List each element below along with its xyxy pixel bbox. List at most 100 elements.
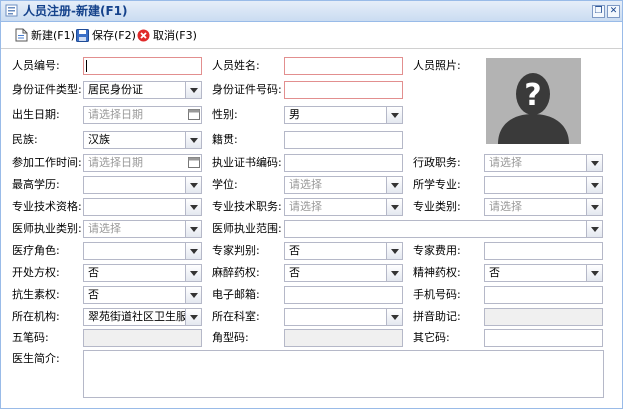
- id-no-label: 身份证件号码:: [212, 83, 282, 96]
- chevron-down-icon[interactable]: [185, 199, 201, 215]
- save-button[interactable]: 保存(F2): [76, 26, 136, 44]
- degree-label: 学位:: [212, 178, 238, 191]
- chevron-down-icon[interactable]: [586, 177, 602, 193]
- tech-title-label: 专业技术职务:: [212, 200, 282, 213]
- practice-scope-select[interactable]: [284, 220, 603, 238]
- expert-fee-input[interactable]: [484, 242, 603, 260]
- dept-label: 所在科室:: [212, 310, 260, 323]
- degree-placeholder: 请选择: [289, 178, 322, 191]
- prescribe-right-label: 开处方权:: [12, 266, 60, 279]
- chevron-down-icon[interactable]: [386, 177, 402, 193]
- psych-right-select[interactable]: 否: [484, 264, 603, 282]
- medical-role-label: 医疗角色:: [12, 244, 60, 257]
- ethnicity-label: 民族:: [12, 133, 38, 146]
- chevron-down-icon[interactable]: [185, 309, 201, 325]
- new-button-label: 新建(F1): [31, 29, 75, 42]
- chevron-down-icon[interactable]: [185, 82, 201, 98]
- practice-category-select[interactable]: 请选择: [83, 220, 202, 238]
- ethnicity-select[interactable]: 汉族: [83, 131, 202, 149]
- antibiotic-right-label: 抗生素权:: [12, 288, 60, 301]
- chevron-down-icon[interactable]: [386, 199, 402, 215]
- chevron-down-icon[interactable]: [386, 265, 402, 281]
- birth-date-picker[interactable]: 请选择日期: [83, 106, 202, 124]
- antibiotic-right-value: 否: [88, 288, 99, 301]
- chevron-down-icon[interactable]: [386, 107, 402, 123]
- narcotic-right-label: 麻醉药权:: [212, 266, 260, 279]
- major-select[interactable]: [484, 176, 603, 194]
- wubi-label: 五笔码:: [12, 331, 49, 344]
- person-register-window: 人员注册-新建(F1) ❐ ✕ 新建(F1) 保存(F2) 取消(F3) 人员编…: [0, 0, 623, 409]
- person-photo-label: 人员照片:: [413, 59, 461, 72]
- pro-category-placeholder: 请选择: [489, 200, 522, 213]
- birth-date-placeholder: 请选择日期: [88, 108, 143, 121]
- id-type-select[interactable]: 居民身份证: [83, 81, 202, 99]
- org-select[interactable]: 翠苑街道社区卫生服务: [83, 308, 202, 326]
- native-place-input[interactable]: [284, 131, 403, 149]
- person-photo[interactable]: ?: [486, 58, 581, 144]
- chevron-down-icon[interactable]: [185, 132, 201, 148]
- person-name-label: 人员姓名:: [212, 59, 260, 72]
- ethnicity-value: 汉族: [88, 133, 110, 146]
- antibiotic-right-select[interactable]: 否: [83, 286, 202, 304]
- person-no-input[interactable]: [83, 57, 202, 75]
- chevron-down-icon[interactable]: [185, 287, 201, 303]
- chevron-down-icon[interactable]: [185, 243, 201, 259]
- shape-code-input[interactable]: [284, 329, 403, 347]
- tech-qual-select[interactable]: [83, 198, 202, 216]
- restore-icon[interactable]: ❐: [592, 5, 605, 18]
- form-icon: [5, 4, 18, 17]
- work-start-label: 参加工作时间:: [12, 156, 82, 169]
- expert-flag-select[interactable]: 否: [284, 242, 403, 260]
- practice-category-placeholder: 请选择: [88, 222, 121, 235]
- education-select[interactable]: [83, 176, 202, 194]
- title-bar: 人员注册-新建(F1) ❐ ✕: [1, 1, 622, 22]
- new-button[interactable]: 新建(F1): [15, 26, 75, 44]
- calendar-icon[interactable]: [188, 156, 200, 168]
- pro-category-select[interactable]: 请选择: [484, 198, 603, 216]
- prescribe-right-value: 否: [88, 266, 99, 279]
- chevron-down-icon[interactable]: [386, 309, 402, 325]
- gender-value: 男: [289, 108, 300, 121]
- save-disk-icon: [76, 28, 89, 42]
- toolbar: 新建(F1) 保存(F2) 取消(F3): [1, 22, 622, 49]
- chevron-down-icon[interactable]: [586, 265, 602, 281]
- pinyin-label: 拼音助记:: [413, 310, 461, 323]
- degree-select[interactable]: 请选择: [284, 176, 403, 194]
- calendar-icon[interactable]: [188, 108, 200, 120]
- prescribe-right-select[interactable]: 否: [83, 264, 202, 282]
- email-input[interactable]: [284, 286, 403, 304]
- education-label: 最高学历:: [12, 178, 60, 191]
- gender-label: 性别:: [212, 108, 238, 121]
- other-code-input[interactable]: [484, 329, 603, 347]
- tech-qual-label: 专业技术资格:: [12, 200, 82, 213]
- tech-title-select[interactable]: 请选择: [284, 198, 403, 216]
- work-start-placeholder: 请选择日期: [88, 156, 143, 169]
- medical-role-select[interactable]: [83, 242, 202, 260]
- gender-select[interactable]: 男: [284, 106, 403, 124]
- narcotic-right-select[interactable]: 否: [284, 264, 403, 282]
- chevron-down-icon[interactable]: [185, 265, 201, 281]
- chevron-down-icon[interactable]: [185, 177, 201, 193]
- bio-textarea[interactable]: [83, 350, 604, 398]
- wubi-input[interactable]: [83, 329, 202, 347]
- cancel-button[interactable]: 取消(F3): [137, 26, 197, 44]
- text-cursor: [86, 60, 87, 72]
- pinyin-input[interactable]: [484, 308, 603, 326]
- id-no-input[interactable]: [284, 81, 403, 99]
- work-start-picker[interactable]: 请选择日期: [83, 154, 202, 172]
- admin-title-select[interactable]: 请选择: [484, 154, 603, 172]
- email-label: 电子邮箱:: [212, 288, 260, 301]
- cert-code-input[interactable]: [284, 154, 403, 172]
- chevron-down-icon[interactable]: [586, 221, 602, 237]
- chevron-down-icon[interactable]: [586, 199, 602, 215]
- chevron-down-icon[interactable]: [185, 221, 201, 237]
- close-icon[interactable]: ✕: [607, 5, 620, 18]
- chevron-down-icon[interactable]: [586, 155, 602, 171]
- phone-input[interactable]: [484, 286, 603, 304]
- chevron-down-icon[interactable]: [386, 243, 402, 259]
- person-name-input[interactable]: [284, 57, 403, 75]
- expert-fee-label: 专家费用:: [413, 244, 461, 257]
- dept-select[interactable]: [284, 308, 403, 326]
- psych-right-value: 否: [489, 266, 500, 279]
- unknown-person-icon: ?: [498, 73, 569, 144]
